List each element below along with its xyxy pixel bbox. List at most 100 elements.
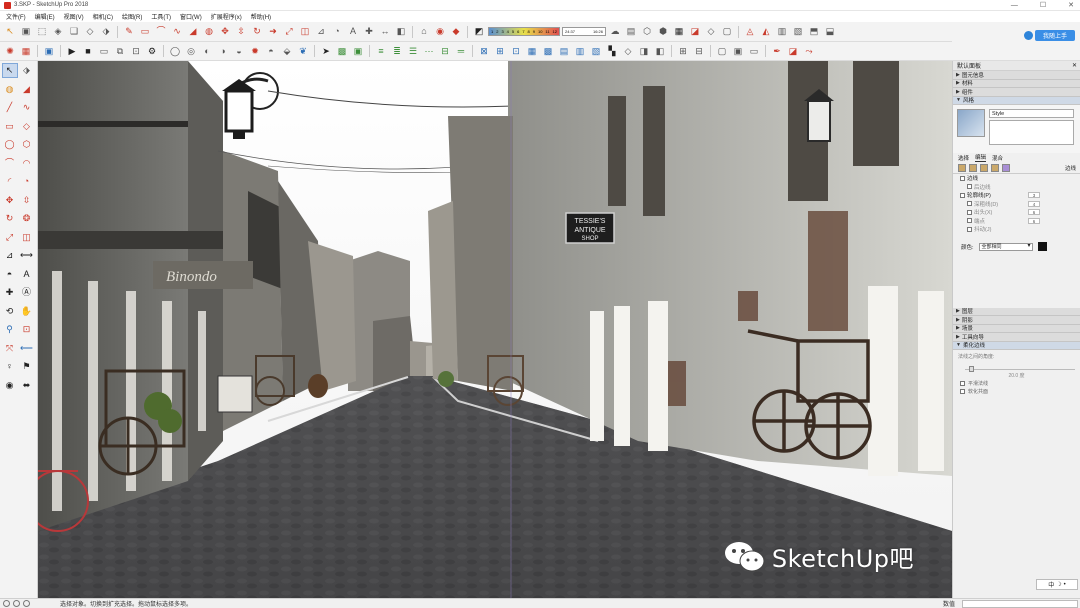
erase-tool-icon[interactable]: ◢ (19, 82, 35, 97)
checker-icon[interactable]: ▚ (605, 45, 619, 58)
freehand-icon[interactable]: ∿ (170, 25, 184, 38)
distribute-icon[interactable]: ⋯ (422, 45, 436, 58)
freehand-tool-icon[interactable]: ∿ (19, 100, 35, 115)
polygon-tool-icon[interactable]: ⬡ (19, 137, 35, 152)
vray-logo-icon[interactable]: ▣ (42, 45, 56, 58)
checkbox[interactable] (960, 175, 965, 181)
menu-help[interactable]: 帮助(H) (251, 12, 271, 21)
edge-option-row[interactable]: 边线 (953, 174, 1080, 183)
checkbox[interactable] (967, 226, 972, 232)
select-arrow-icon[interactable]: ↖ (3, 25, 17, 38)
shadow-time-slider[interactable]: 24:37 16:26 (562, 27, 606, 36)
previous-view-icon[interactable]: ⟵ (19, 341, 35, 356)
move-tool-icon[interactable]: ✥ (2, 193, 18, 208)
style-thumbnail[interactable] (957, 109, 985, 137)
maximize-button[interactable]: ☐ (1040, 0, 1046, 11)
zoom-icon[interactable]: ⚲ (2, 322, 18, 337)
panel-b-icon[interactable]: ◧ (653, 45, 667, 58)
protractor-icon[interactable]: ◔ (330, 25, 344, 38)
red-pen-icon[interactable]: ✒ (770, 45, 784, 58)
tab-edit[interactable]: 编辑 (975, 153, 987, 162)
rect-light-icon[interactable]: ◑ (216, 45, 230, 58)
panel-shadows[interactable]: ▶ 阴影 (953, 316, 1080, 325)
paint-bucket-icon[interactable]: ◍ (202, 25, 216, 38)
rotated-rect-icon[interactable]: ◇ (19, 119, 35, 134)
checkbox[interactable] (967, 218, 972, 224)
make-component-icon[interactable]: ⬗ (19, 63, 35, 78)
dome-light-icon[interactable]: ◓ (264, 45, 278, 58)
textured-icon[interactable]: ◪ (688, 25, 702, 38)
panel-materials[interactable]: ▶ 材料 (953, 79, 1080, 88)
box-icon[interactable]: ⬚ (35, 25, 49, 38)
edge-option-row[interactable]: 轮廓线(P) 3 (953, 191, 1080, 200)
panel-a-icon[interactable]: ◨ (637, 45, 651, 58)
wireframe-icon[interactable]: ⬡ (640, 25, 654, 38)
component-icon[interactable]: ▣ (19, 25, 33, 38)
layer-icon[interactable]: ◇ (83, 25, 97, 38)
align-center-icon[interactable]: ≣ (390, 45, 404, 58)
green-grid-icon[interactable]: ▩ (335, 45, 349, 58)
fur-icon[interactable]: ❦ (296, 45, 310, 58)
warehouse-icon[interactable]: ⌂ (417, 25, 431, 38)
login-button[interactable]: 我随上手 (1035, 30, 1075, 41)
hidden-line-icon[interactable]: ⬢ (656, 25, 670, 38)
select-tool-icon[interactable]: ↖ (1, 63, 18, 78)
section-tool-icon[interactable]: ⬌ (19, 378, 35, 393)
checkbox[interactable] (960, 380, 965, 386)
fog-icon[interactable]: ☁ (608, 25, 622, 38)
settings-gear-icon[interactable]: ⚙ (145, 45, 159, 58)
sphere-light-icon[interactable]: ◯ (168, 45, 182, 58)
align-right-icon[interactable]: ☰ (406, 45, 420, 58)
rotate-tool-icon[interactable]: ↻ (2, 211, 18, 226)
help-icon[interactable] (23, 600, 30, 607)
rotate-icon[interactable]: ↻ (250, 25, 264, 38)
grid-g-icon[interactable]: ▥ (573, 45, 587, 58)
arc3-tool-icon[interactable]: ◜ (2, 174, 18, 189)
menu-file[interactable]: 文件(F) (6, 12, 26, 21)
gear-plugin-icon[interactable]: ✺ (3, 45, 17, 58)
soften-angle-slider[interactable] (965, 366, 1075, 372)
face-settings-icon[interactable] (969, 163, 977, 172)
grid-e-icon[interactable]: ▩ (541, 45, 555, 58)
menu-extensions[interactable]: 扩展程序(x) (211, 12, 242, 21)
shadow-toggle-icon[interactable]: ◩ (472, 25, 486, 38)
equal-icon[interactable]: ═ (454, 45, 468, 58)
edge-option-row[interactable]: 端点 6 (953, 217, 1080, 226)
line-tool-icon[interactable]: ╱ (2, 100, 18, 115)
menu-camera[interactable]: 相机(C) (93, 12, 113, 21)
pie-tool-icon[interactable]: ◔ (19, 174, 35, 189)
3d-text-icon[interactable]: Ⓐ (19, 285, 35, 300)
edge-option-row[interactable]: 深粗线(D) 4 (953, 200, 1080, 209)
ruby-icon[interactable]: ◆ (449, 25, 463, 38)
grid-c-icon[interactable]: ⊡ (509, 45, 523, 58)
menu-draw[interactable]: 绘图(R) (122, 12, 142, 21)
tape-tool-icon[interactable]: ⊿ (2, 248, 18, 263)
stack-icon[interactable]: ❑ (67, 25, 81, 38)
shaded-icon[interactable]: ▦ (672, 25, 686, 38)
walk-icon[interactable]: ⚑ (19, 359, 35, 374)
cursor-icon[interactable]: ➤ (319, 45, 333, 58)
rect-tool-icon[interactable]: ▭ (2, 119, 18, 134)
protractor-tool-icon[interactable]: ◓ (2, 267, 18, 282)
eraser-icon[interactable]: ◢ (186, 25, 200, 38)
red-curve-icon[interactable]: ⤳ (802, 45, 816, 58)
sandbox-icon[interactable]: ◬ (743, 25, 757, 38)
edge-settings-icon[interactable] (958, 163, 966, 172)
edge-option-row[interactable]: 出头(X) 6 (953, 208, 1080, 217)
dimension-tool-icon[interactable]: ⟷ (19, 248, 35, 263)
grid-f-icon[interactable]: ▤ (557, 45, 571, 58)
cube-icon[interactable]: ◈ (51, 25, 65, 38)
panel-instructor[interactable]: ▶ 工具向导 (953, 333, 1080, 342)
style-description-field[interactable] (989, 120, 1074, 145)
arc-icon[interactable]: ⌒ (154, 25, 168, 38)
building-icon[interactable]: ▦ (19, 45, 33, 58)
cloud-icon[interactable] (1024, 31, 1033, 40)
arc2-tool-icon[interactable]: ◠ (19, 156, 35, 171)
minimize-button[interactable]: — (1011, 0, 1018, 11)
position-camera-icon[interactable]: ♀ (2, 359, 18, 374)
credits-icon[interactable] (13, 600, 20, 607)
style-name-field[interactable]: Style (989, 109, 1074, 118)
circle-tool-icon[interactable]: ◯ (2, 137, 18, 152)
red-square-icon[interactable]: ◪ (786, 45, 800, 58)
follow-me-icon[interactable]: ➜ (266, 25, 280, 38)
